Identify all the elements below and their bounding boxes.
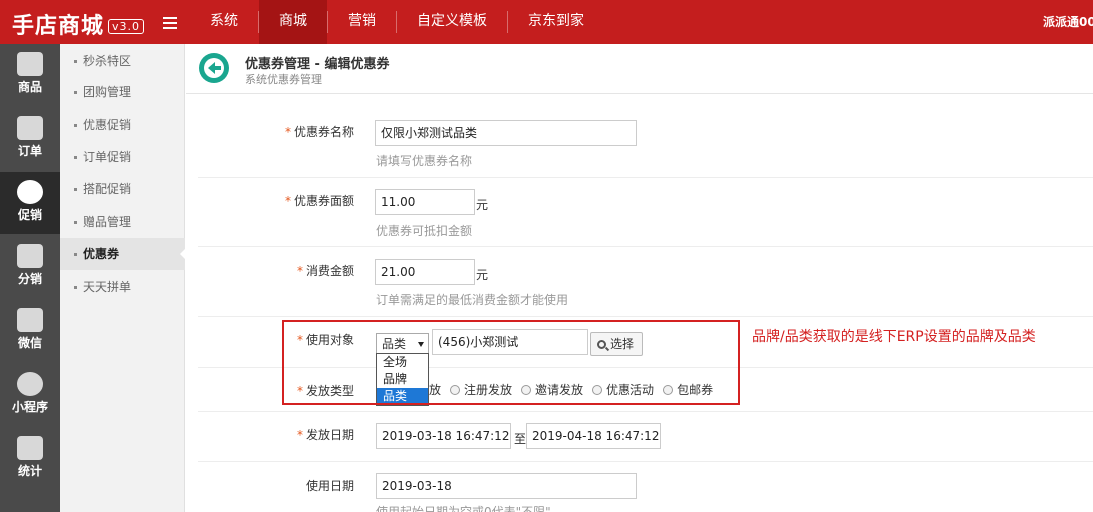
submenu-item-coupons[interactable]: 优惠券: [60, 238, 186, 270]
face-value-help: 优惠券可抵扣金额: [376, 224, 473, 238]
stats-icon: [17, 436, 43, 460]
back-arrow-icon[interactable]: [199, 53, 229, 83]
app-logo[interactable]: 手店商城 v3.0: [12, 8, 145, 40]
face-value-unit: 元: [476, 198, 489, 212]
nav-mall[interactable]: 商城: [259, 0, 327, 44]
main-nav: 系统 商城 营销 自定义模板 京东到家: [190, 0, 604, 44]
sidebar-item-miniprogram[interactable]: 小程序: [0, 364, 60, 426]
share-user-icon: [17, 244, 43, 268]
sale-badge-icon: [17, 180, 43, 204]
use-date-help: 使用起始日期为空或0代表"不限": [376, 505, 551, 512]
sidebar-item-promotion[interactable]: 促销: [0, 172, 60, 234]
sidebar-item-orders[interactable]: 订单: [0, 108, 60, 170]
issue-date-start-input[interactable]: 2019-03-18 16:47:12: [376, 423, 511, 449]
top-bar: 手店商城 v3.0 系统 商城 营销 自定义模板 京东到家 派派通00: [0, 0, 1093, 44]
page-subtitle: 系统优惠券管理: [245, 73, 322, 86]
issue-date-end-input[interactable]: 2019-04-18 16:47:12: [526, 423, 661, 449]
sidebar-item-stats[interactable]: 统计: [0, 428, 60, 490]
min-spend-help: 订单需满足的最低消费金额才能使用: [376, 293, 569, 307]
date-range-separator: 至: [514, 432, 527, 446]
coupon-name-label: * 优惠券名称: [284, 125, 354, 139]
pie-chart-icon: [17, 372, 43, 396]
basket-icon: [17, 116, 43, 140]
nav-system[interactable]: 系统: [190, 0, 258, 44]
menu-toggle-icon[interactable]: [163, 17, 177, 32]
sidebar-item-wechat[interactable]: 微信: [0, 300, 60, 362]
submenu-item-gifts[interactable]: 赠品管理: [60, 206, 185, 238]
submenu-item-bundle-promo[interactable]: 搭配促销: [60, 173, 185, 205]
submenu-item-discount[interactable]: 优惠促销: [60, 109, 185, 141]
nav-jd-daojia[interactable]: 京东到家: [508, 0, 604, 44]
annotation-box: [282, 320, 740, 405]
version-badge: v3.0: [108, 19, 145, 34]
use-date-input[interactable]: 2019-03-18: [376, 473, 637, 499]
icon-sidebar: 商品 订单 促销 分销 微信 小程序 统计: [0, 44, 60, 512]
page-header: 优惠券管理 - 编辑优惠券 系统优惠券管理: [186, 44, 1093, 94]
min-spend-input[interactable]: 21.00: [375, 259, 475, 285]
min-spend-unit: 元: [476, 268, 489, 282]
coupon-name-help: 请填写优惠券名称: [376, 154, 473, 168]
min-spend-label: * 消费金额: [296, 264, 354, 278]
sidebar-item-goods[interactable]: 商品: [0, 44, 60, 106]
face-value-label: * 优惠券面额: [284, 194, 354, 208]
sidebar-item-distribution[interactable]: 分销: [0, 236, 60, 298]
submenu-item-flash-sale[interactable]: 秒杀特区: [60, 45, 185, 77]
issue-date-label: * 发放日期: [296, 428, 354, 442]
nav-custom-template[interactable]: 自定义模板: [397, 0, 507, 44]
shopping-bag-icon: [17, 52, 43, 76]
face-value-input[interactable]: 11.00: [375, 189, 475, 215]
submenu-item-order-promo[interactable]: 订单促销: [60, 141, 185, 173]
submenu-item-daily-group[interactable]: 天天拼单: [60, 271, 185, 303]
nav-marketing[interactable]: 营销: [328, 0, 396, 44]
coupon-name-input[interactable]: 仅限小郑测试品类: [375, 120, 637, 146]
annotation-note: 品牌/品类获取的是线下ERP设置的品牌及品类: [752, 329, 1036, 345]
use-date-label: 使用日期: [305, 479, 354, 493]
wechat-icon: [17, 308, 43, 332]
user-name[interactable]: 派派通00: [1043, 13, 1093, 30]
submenu-item-group-buy[interactable]: 团购管理: [60, 76, 185, 108]
page-title: 优惠券管理 - 编辑优惠券: [245, 57, 390, 72]
promotion-submenu: 秒杀特区 团购管理 优惠促销 订单促销 搭配促销 赠品管理 优惠券 天天拼单: [60, 44, 186, 512]
